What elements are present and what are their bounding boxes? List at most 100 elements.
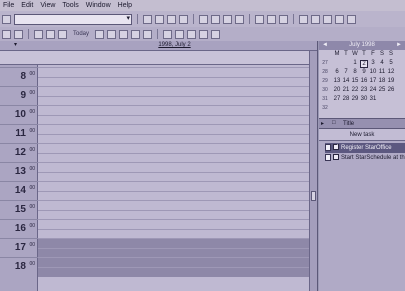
time-slot[interactable] xyxy=(38,219,309,229)
vertical-scrollbar[interactable] xyxy=(309,51,317,291)
day-cell[interactable]: 29 xyxy=(351,96,359,102)
day-cell[interactable]: 5 xyxy=(387,60,395,66)
next-icon[interactable] xyxy=(46,29,55,39)
task-check-column-icon[interactable]: □ xyxy=(332,120,336,126)
next-month-icon[interactable]: ► xyxy=(396,41,402,50)
workweek-view-icon[interactable] xyxy=(107,29,117,39)
time-slot[interactable] xyxy=(38,95,309,106)
menu-tools[interactable]: Tools xyxy=(62,2,78,9)
task-item[interactable]: Register StarOffice xyxy=(325,143,405,153)
time-slot[interactable] xyxy=(38,86,309,96)
year-view-icon[interactable] xyxy=(143,29,153,39)
time-slot[interactable] xyxy=(38,228,309,239)
day-cell[interactable]: 23 xyxy=(360,87,368,93)
day-cell[interactable]: 24 xyxy=(369,87,377,93)
day-cell[interactable]: 11 xyxy=(378,69,386,75)
menu-help[interactable]: Help xyxy=(118,2,132,9)
new-task-icon[interactable] xyxy=(14,29,23,39)
day-cell[interactable]: 9 xyxy=(360,69,368,75)
paste-icon[interactable] xyxy=(279,14,288,24)
today-button[interactable]: Today xyxy=(73,31,89,37)
day-cell[interactable]: 13 xyxy=(333,78,341,84)
day-cell[interactable]: 16 xyxy=(360,78,368,84)
copy-icon[interactable] xyxy=(267,14,276,24)
time-slot[interactable] xyxy=(38,238,309,248)
time-slot[interactable] xyxy=(38,171,309,182)
month-view-icon[interactable] xyxy=(131,29,141,39)
time-slot[interactable] xyxy=(38,181,309,191)
time-slots[interactable] xyxy=(38,65,309,291)
week-number[interactable]: 31 xyxy=(321,96,329,102)
time-slot[interactable] xyxy=(38,143,309,153)
back-icon[interactable] xyxy=(143,14,152,24)
day-cell[interactable]: 19 xyxy=(387,78,395,84)
day-cell[interactable]: 25 xyxy=(378,87,386,93)
day-cell[interactable]: 30 xyxy=(360,96,368,102)
new-task-row[interactable]: New task xyxy=(319,129,405,141)
day-cell[interactable]: 22 xyxy=(351,87,359,93)
day-cell[interactable]: 6 xyxy=(333,69,341,75)
scrollbar-thumb[interactable] xyxy=(311,191,316,201)
day-view-icon[interactable] xyxy=(95,29,105,39)
task-item[interactable]: Start StarSchedule at th xyxy=(325,153,405,163)
help-icon[interactable] xyxy=(347,14,356,24)
open-icon[interactable] xyxy=(211,14,220,24)
time-slot[interactable] xyxy=(38,76,309,87)
time-slot[interactable] xyxy=(38,257,309,267)
week-number[interactable]: 27 xyxy=(321,60,329,66)
stylist-icon[interactable] xyxy=(323,14,332,24)
time-slot[interactable] xyxy=(38,124,309,134)
menu-window[interactable]: Window xyxy=(86,2,111,9)
day-cell[interactable]: 28 xyxy=(342,96,350,102)
day-cell[interactable]: 18 xyxy=(378,78,386,84)
cut-icon[interactable] xyxy=(255,14,264,24)
prev-icon[interactable] xyxy=(34,29,43,39)
time-slot[interactable] xyxy=(38,266,309,277)
menu-view[interactable]: View xyxy=(40,2,55,9)
task-view-icon[interactable] xyxy=(175,29,185,39)
time-slot[interactable] xyxy=(38,162,309,172)
day-cell[interactable]: 10 xyxy=(369,69,377,75)
week-number[interactable]: 29 xyxy=(321,78,329,84)
task-checkbox[interactable] xyxy=(333,143,339,152)
find-icon[interactable] xyxy=(187,29,197,39)
day-cell[interactable]: 2 xyxy=(360,60,368,68)
time-slot[interactable] xyxy=(38,190,309,201)
print-icon[interactable] xyxy=(235,14,244,24)
time-slot[interactable] xyxy=(38,152,309,163)
task-sort-icon[interactable]: ▸ xyxy=(321,120,324,127)
day-cell[interactable]: 15 xyxy=(351,78,359,84)
app-icon[interactable] xyxy=(2,14,11,24)
day-cell[interactable]: 14 xyxy=(342,78,350,84)
task-checkbox[interactable] xyxy=(333,154,339,161)
group-icon[interactable] xyxy=(199,29,209,39)
week-number[interactable]: 28 xyxy=(321,69,329,75)
day-cell[interactable]: 3 xyxy=(369,60,377,66)
time-slot[interactable] xyxy=(38,105,309,115)
week-number[interactable]: 32 xyxy=(321,105,329,111)
day-cell[interactable]: 21 xyxy=(342,87,350,93)
date-title[interactable]: 1998, July 2 xyxy=(40,42,309,48)
day-cell[interactable]: 8 xyxy=(351,69,359,75)
time-slot[interactable] xyxy=(38,114,309,125)
stop-icon[interactable] xyxy=(167,14,176,24)
time-slot[interactable] xyxy=(38,67,309,77)
fast-forward-icon[interactable] xyxy=(58,29,67,39)
time-slot[interactable] xyxy=(38,200,309,210)
forward-icon[interactable] xyxy=(155,14,164,24)
save-icon[interactable] xyxy=(223,14,232,24)
day-cell[interactable]: 17 xyxy=(369,78,377,84)
collapse-icon[interactable]: ▾ xyxy=(14,41,17,48)
day-cell[interactable]: 1 xyxy=(351,60,359,66)
day-cell[interactable]: 7 xyxy=(342,69,350,75)
menu-edit[interactable]: Edit xyxy=(21,2,33,9)
time-slot[interactable] xyxy=(38,247,309,258)
prev-month-icon[interactable]: ◄ xyxy=(322,41,328,50)
day-cell[interactable]: 4 xyxy=(378,60,386,66)
time-slot[interactable] xyxy=(38,209,309,220)
day-cell[interactable]: 12 xyxy=(387,69,395,75)
time-slot[interactable] xyxy=(38,133,309,144)
week-view-icon[interactable] xyxy=(119,29,129,39)
week-number[interactable]: 30 xyxy=(321,87,329,93)
navigator-icon[interactable] xyxy=(311,14,320,24)
